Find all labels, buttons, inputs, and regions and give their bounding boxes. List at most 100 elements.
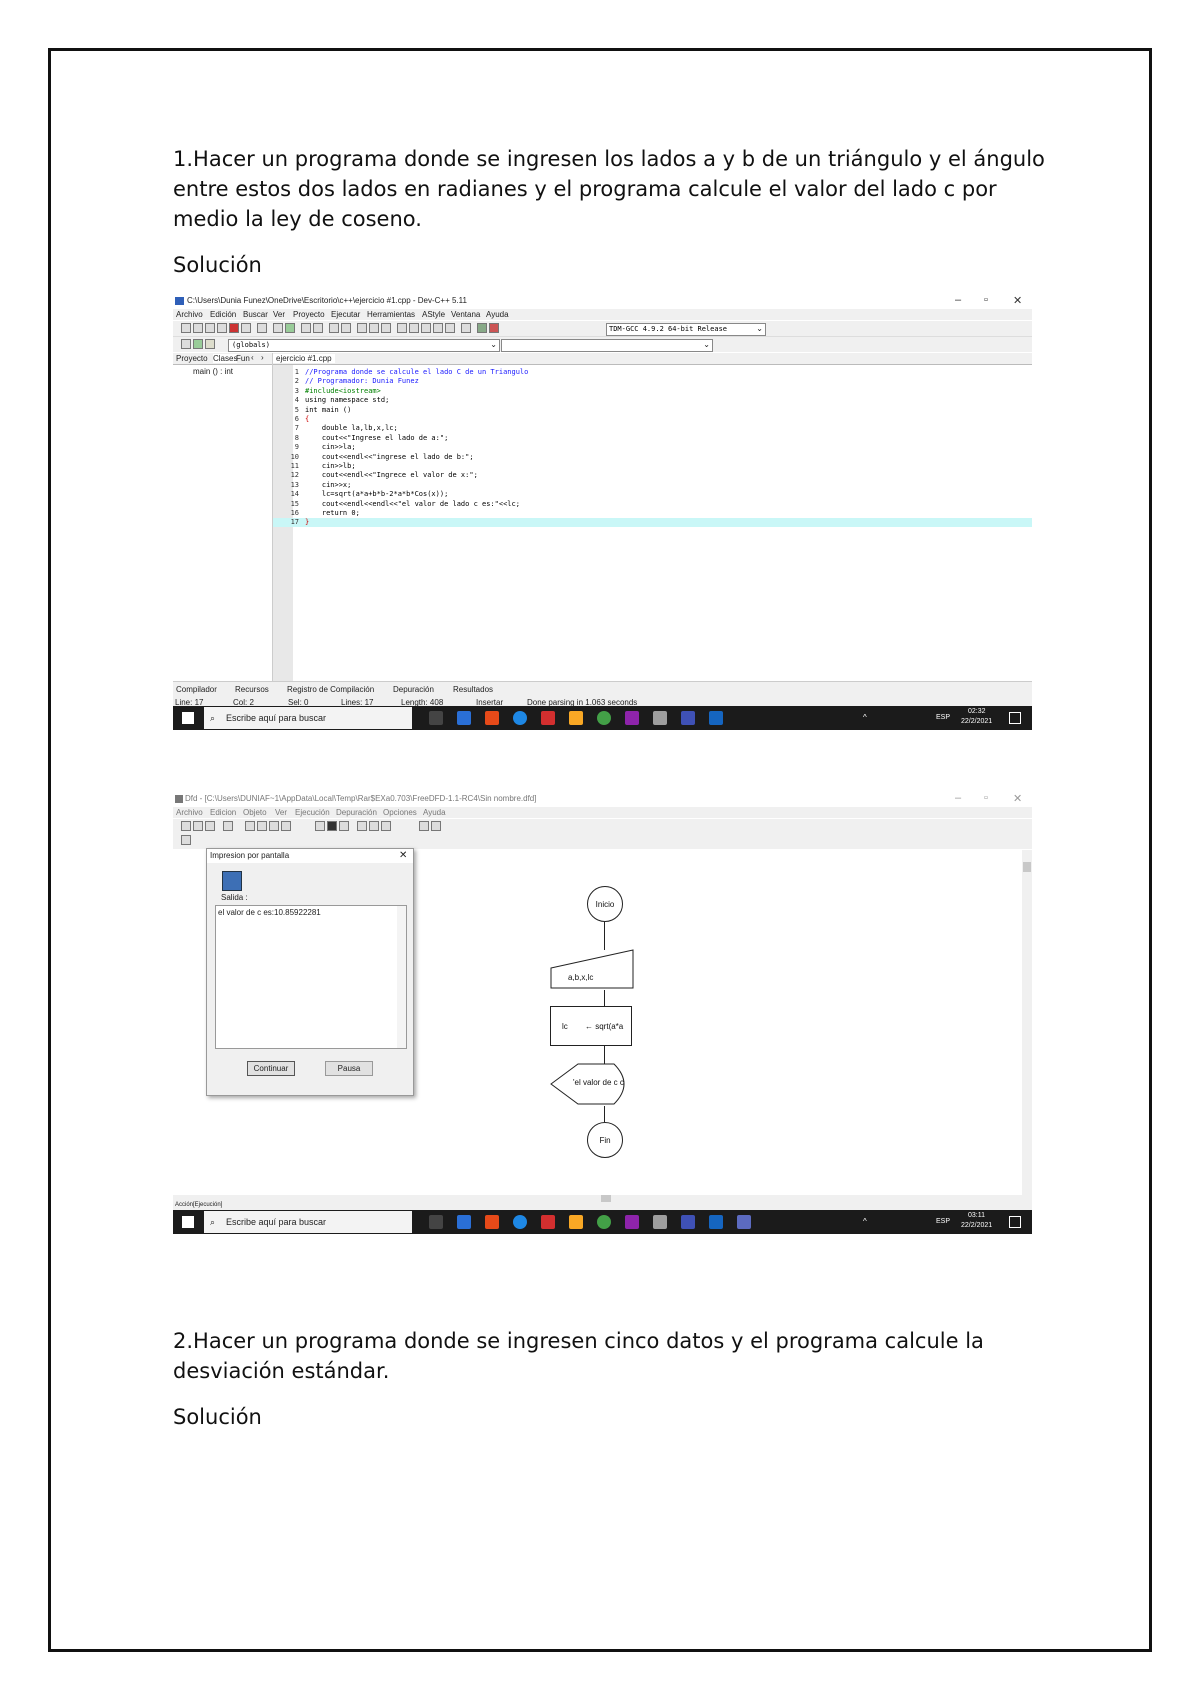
tab-clases[interactable]: Clases [213, 354, 238, 363]
flow-end[interactable]: Fin [587, 1122, 623, 1158]
cut-icon[interactable] [245, 821, 255, 831]
taskbar-lang[interactable]: ESP [936, 714, 950, 721]
undo-icon[interactable] [273, 323, 283, 333]
close-icon[interactable]: ✕ [1013, 294, 1022, 307]
task-view-icon[interactable] [429, 711, 443, 725]
menu-depuracion[interactable]: Depuración [336, 808, 377, 817]
minimize-icon[interactable]: – [955, 294, 961, 306]
zoom-out-icon[interactable] [431, 821, 441, 831]
maximize-icon[interactable]: ▫ [984, 294, 988, 306]
chrome-icon[interactable] [597, 1215, 611, 1229]
save-icon[interactable] [205, 323, 215, 333]
new-file-icon[interactable] [181, 323, 191, 333]
zoom-in-icon[interactable] [419, 821, 429, 831]
taskbar-search[interactable]: ⌕ Escribe aquí para buscar [204, 1211, 412, 1233]
chevron-up-icon[interactable]: ^ [863, 713, 867, 722]
code-line[interactable]: 11 cin>>lb; [173, 462, 913, 471]
menu-proyecto[interactable]: Proyecto [293, 310, 325, 319]
open-icon[interactable] [193, 821, 203, 831]
menu-ventana[interactable]: Ventana [451, 310, 480, 319]
notifications-icon[interactable] [1009, 1216, 1021, 1228]
flow-assign[interactable]: lc ← sqrt(a*a [550, 1006, 632, 1046]
step-into-icon[interactable] [369, 821, 379, 831]
notifications-icon[interactable] [1009, 712, 1021, 724]
app-icon[interactable] [457, 711, 471, 725]
check-icon[interactable] [445, 323, 455, 333]
code-line[interactable]: 9 cin>>la; [173, 443, 913, 452]
redo-icon[interactable] [285, 323, 295, 333]
menu-opciones[interactable]: Opciones [383, 808, 417, 817]
taskbar-time[interactable]: 02:32 [968, 708, 986, 715]
find-icon[interactable] [301, 323, 311, 333]
bookmark-next-icon[interactable] [369, 323, 379, 333]
play-icon[interactable] [315, 821, 325, 831]
maximize-icon[interactable]: ▫ [984, 792, 988, 804]
insert-icon[interactable] [193, 339, 203, 349]
edge-icon[interactable] [513, 711, 527, 725]
flow-read[interactable] [550, 948, 634, 990]
code-line[interactable]: 7 double la,lb,x,lc; [173, 424, 913, 433]
code-line[interactable]: 4 using namespace std; [173, 396, 913, 405]
menu-objeto[interactable]: Objeto [243, 808, 267, 817]
taskbar-lang[interactable]: ESP [936, 1218, 950, 1225]
dfd-icon[interactable] [653, 711, 667, 725]
close-icon[interactable]: ✕ [399, 850, 407, 861]
vertical-scrollbar[interactable] [1022, 850, 1032, 1195]
compile-run-icon[interactable] [421, 323, 431, 333]
chrome-icon[interactable] [597, 711, 611, 725]
task-view-icon[interactable] [429, 1215, 443, 1229]
winrar-icon[interactable] [625, 711, 639, 725]
network-app-icon[interactable] [737, 1215, 751, 1229]
compile-icon[interactable] [397, 323, 407, 333]
scope-select[interactable]: (globals) ⌄ [228, 339, 500, 352]
menu-ayuda[interactable]: Ayuda [486, 310, 509, 319]
bookmark-prev-icon[interactable] [381, 323, 391, 333]
breakpoint-icon[interactable] [381, 821, 391, 831]
word-icon[interactable] [709, 711, 723, 725]
tab-depuracion[interactable]: Depuración [393, 685, 434, 694]
copy-icon[interactable] [257, 821, 267, 831]
pause-icon[interactable] [339, 821, 349, 831]
menu-herramientas[interactable]: Herramientas [367, 310, 415, 319]
edge-icon[interactable] [513, 1215, 527, 1229]
run-icon[interactable] [409, 323, 419, 333]
step-icon[interactable] [357, 821, 367, 831]
pause-button[interactable]: Pausa [325, 1061, 373, 1076]
devcpp-icon[interactable] [681, 711, 695, 725]
app-icon[interactable] [457, 1215, 471, 1229]
scrollbar-thumb[interactable] [1023, 862, 1031, 872]
tab-resultados[interactable]: Resultados [453, 685, 493, 694]
replace-icon[interactable] [313, 323, 323, 333]
save-icon[interactable] [205, 821, 215, 831]
menu-edicion[interactable]: Edición [210, 310, 236, 319]
stop-icon[interactable] [461, 323, 471, 333]
taskbar-date[interactable]: 22/2/2021 [961, 718, 992, 725]
office-icon[interactable] [485, 1215, 499, 1229]
goto-icon[interactable] [329, 323, 339, 333]
pdf-icon[interactable] [541, 1215, 555, 1229]
tab-scroll-right-icon[interactable]: › [261, 353, 264, 362]
windows-start-icon[interactable] [182, 712, 194, 724]
word-icon[interactable] [709, 1215, 723, 1229]
menu-edicion[interactable]: Edicion [210, 808, 236, 817]
menu-archivo[interactable]: Archivo [176, 310, 203, 319]
code-block[interactable]: 1 //Programa donde se calcule el lado C d… [173, 368, 1032, 528]
office-icon[interactable] [485, 711, 499, 725]
tab-proyecto[interactable]: Proyecto [176, 354, 208, 363]
code-line[interactable]: 5 int main () [173, 406, 913, 415]
dialog-output-box[interactable]: el valor de c es:10.85922281 [215, 905, 407, 1049]
paste-icon[interactable] [269, 821, 279, 831]
code-line[interactable]: 14 lc=sqrt(a*a+b*b-2*a*b*Cos(x)); [173, 490, 913, 499]
code-line[interactable]: 17} [273, 518, 1032, 528]
menu-archivo[interactable]: Archivo [176, 808, 203, 817]
stop-icon[interactable] [327, 821, 337, 831]
delete-icon[interactable] [281, 821, 291, 831]
taskbar-date[interactable]: 22/2/2021 [961, 1222, 992, 1229]
code-line[interactable]: 10 cout<<endl<<"ingrese el lado de b:"; [173, 453, 913, 462]
close-file-icon[interactable] [229, 323, 239, 333]
code-line[interactable]: 6{ [173, 415, 913, 424]
menu-ejecucion[interactable]: Ejecución [295, 808, 330, 817]
compiler-select[interactable]: TDM-GCC 4.9.2 64-bit Release ⌄ [606, 323, 766, 336]
dialog-scrollbar[interactable] [397, 906, 406, 1048]
code-line[interactable]: 15 cout<<endl<<endl<<"el valor de lado c… [173, 500, 913, 509]
